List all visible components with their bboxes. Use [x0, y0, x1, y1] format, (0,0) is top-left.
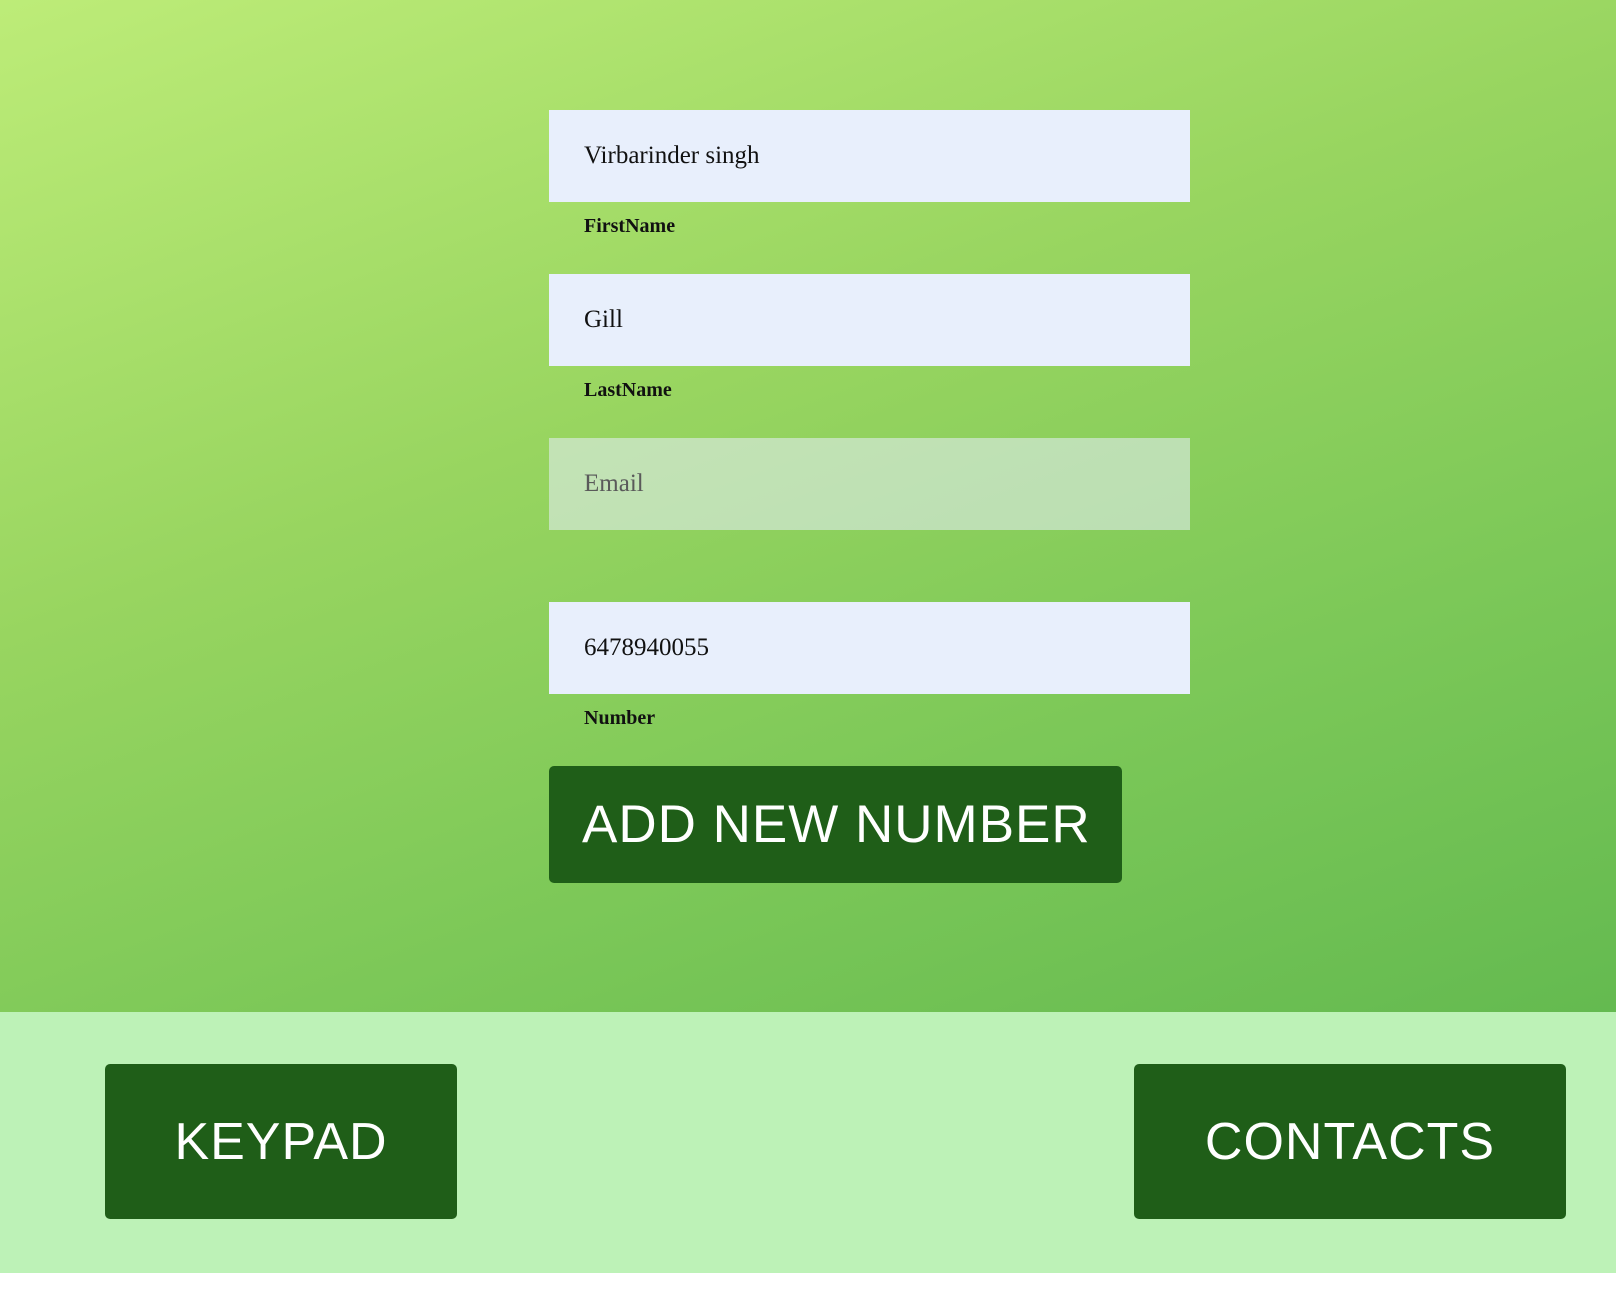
email-label: [549, 530, 1190, 602]
last-name-label: LastName: [584, 379, 672, 401]
bottom-nav: KEYPAD CONTACTS: [0, 1012, 1616, 1273]
add-contact-form: FirstName LastName Number ADD NEW NUMBER: [549, 110, 1190, 883]
number-input[interactable]: [549, 602, 1190, 694]
main-panel: FirstName LastName Number ADD NEW NUMBER: [0, 0, 1616, 1012]
contacts-button[interactable]: CONTACTS: [1134, 1064, 1566, 1219]
number-label: Number: [584, 707, 656, 729]
add-new-number-button[interactable]: ADD NEW NUMBER: [549, 766, 1122, 883]
email-input[interactable]: [549, 438, 1190, 530]
keypad-button[interactable]: KEYPAD: [105, 1064, 457, 1219]
first-name-label: FirstName: [584, 215, 676, 237]
first-name-input[interactable]: [549, 110, 1190, 202]
last-name-input[interactable]: [549, 274, 1190, 366]
